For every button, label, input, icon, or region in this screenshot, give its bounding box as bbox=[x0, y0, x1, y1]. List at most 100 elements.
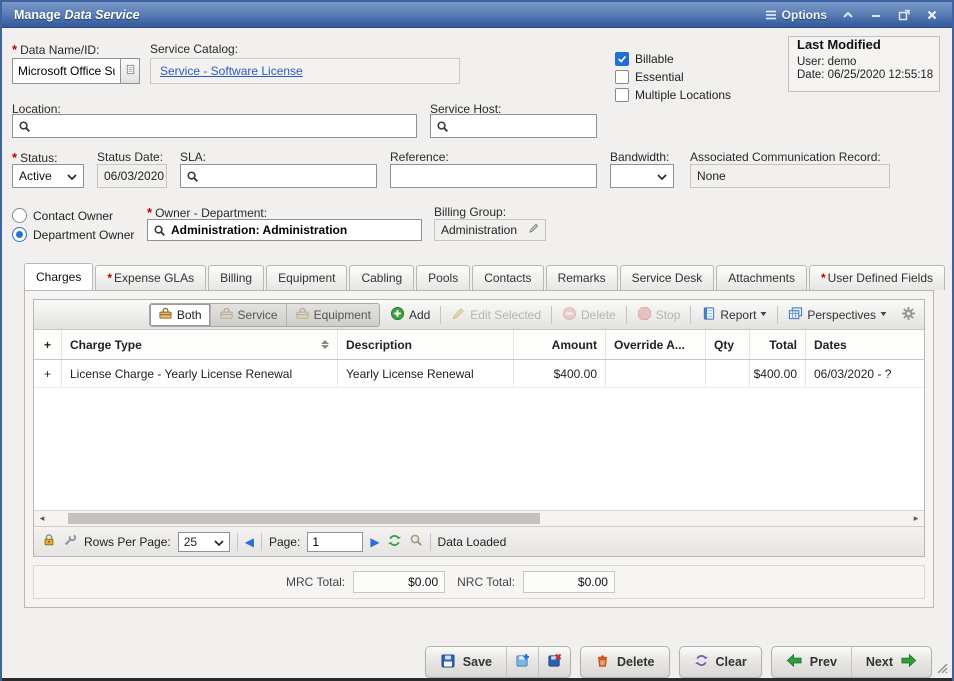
header-override-amount[interactable]: Override A... bbox=[606, 330, 706, 359]
row-qty bbox=[706, 360, 750, 387]
tab-user-defined-fields[interactable]: *User Defined Fields bbox=[809, 265, 945, 290]
sla-input[interactable] bbox=[199, 165, 376, 187]
tab-service-desk[interactable]: Service Desk bbox=[620, 265, 715, 290]
data-name-input[interactable] bbox=[12, 58, 120, 84]
data-name-label: *Data Name/ID: bbox=[12, 42, 99, 57]
toolbox-icon bbox=[219, 306, 234, 324]
next-page-arrow[interactable]: ▶ bbox=[370, 535, 379, 549]
row-expander[interactable]: + bbox=[34, 360, 62, 387]
report-button[interactable]: Report ▼ bbox=[697, 304, 771, 326]
search-icon bbox=[153, 224, 166, 237]
required-marker: * bbox=[107, 271, 112, 285]
trash-icon bbox=[595, 653, 610, 671]
status-value: Active bbox=[19, 169, 52, 183]
collapse-button[interactable] bbox=[836, 6, 860, 24]
billable-checkbox[interactable] bbox=[615, 52, 629, 66]
options-label: Options bbox=[782, 8, 827, 22]
reference-input[interactable] bbox=[391, 165, 596, 187]
save-button[interactable]: Save bbox=[426, 647, 507, 677]
owner-department-input[interactable] bbox=[166, 220, 421, 240]
header-dates[interactable]: Dates bbox=[806, 330, 924, 359]
charge-filter-segmented-control: Both Service Equipment bbox=[149, 303, 380, 327]
filter-both-button[interactable]: Both bbox=[150, 304, 211, 326]
tab-contacts[interactable]: Contacts bbox=[472, 265, 543, 290]
wrench-icon[interactable] bbox=[63, 533, 77, 550]
perspectives-button[interactable]: Perspectives ▼ bbox=[784, 304, 891, 326]
header-amount[interactable]: Amount bbox=[514, 330, 606, 359]
multiple-locations-checkbox[interactable] bbox=[615, 88, 629, 102]
prev-next-button-group: Prev Next bbox=[771, 646, 932, 678]
header-qty[interactable]: Qty bbox=[706, 330, 750, 359]
add-button[interactable]: Add bbox=[386, 304, 434, 326]
chevron-down-icon bbox=[214, 535, 224, 549]
toolbox-icon bbox=[295, 306, 310, 324]
scrollbar-thumb[interactable] bbox=[68, 513, 540, 524]
save-close-icon bbox=[547, 653, 562, 671]
table-row[interactable]: + License Charge - Yearly License Renewa… bbox=[34, 360, 924, 388]
header-description[interactable]: Description bbox=[338, 330, 514, 359]
rows-per-page-select[interactable]: 25 bbox=[178, 532, 230, 552]
contact-owner-radio[interactable] bbox=[12, 208, 27, 223]
delete-button[interactable]: Delete bbox=[581, 647, 669, 677]
mrc-total-label: MRC Total: bbox=[286, 575, 345, 589]
chevron-down-icon: ▼ bbox=[759, 311, 769, 318]
header-total[interactable]: Total bbox=[750, 330, 806, 359]
resize-grip-icon[interactable] bbox=[934, 660, 948, 677]
window-title: ManageData Service bbox=[14, 8, 140, 22]
service-host-input[interactable] bbox=[449, 115, 596, 137]
options-button[interactable]: Options bbox=[759, 6, 832, 24]
edit-selected-button[interactable]: Edit Selected bbox=[447, 304, 545, 326]
edit-pencil-icon[interactable] bbox=[528, 223, 539, 237]
scrollbar-track[interactable] bbox=[50, 511, 908, 526]
refresh-icon[interactable] bbox=[387, 533, 402, 551]
tab-remarks[interactable]: Remarks bbox=[546, 265, 618, 290]
scroll-right-arrow[interactable]: ▸ bbox=[908, 511, 924, 526]
tab-bar: Charges *Expense GLAs Billing Equipment … bbox=[24, 264, 934, 290]
next-button[interactable]: Next bbox=[852, 647, 931, 677]
report-icon bbox=[701, 306, 716, 324]
stop-button[interactable]: Stop bbox=[633, 304, 685, 326]
service-catalog-link[interactable]: Service - Software License bbox=[160, 64, 303, 78]
filter-service-button[interactable]: Service bbox=[211, 304, 287, 326]
multiple-locations-label: Multiple Locations bbox=[635, 88, 731, 102]
data-name-action-button[interactable] bbox=[120, 58, 140, 84]
tab-expense-glas[interactable]: *Expense GLAs bbox=[95, 265, 206, 290]
scroll-left-arrow[interactable]: ◂ bbox=[34, 511, 50, 526]
lock-icon[interactable] bbox=[42, 533, 56, 550]
billable-checkbox-row: Billable bbox=[615, 52, 674, 66]
search-icon[interactable] bbox=[409, 533, 423, 550]
page-input[interactable] bbox=[307, 532, 363, 552]
prev-page-arrow[interactable]: ◀ bbox=[245, 535, 254, 549]
add-plus-icon bbox=[390, 306, 405, 324]
minimize-button[interactable] bbox=[864, 6, 888, 24]
tab-pools[interactable]: Pools bbox=[416, 265, 470, 290]
prev-button[interactable]: Prev bbox=[772, 647, 852, 677]
associated-communication-record-value: None bbox=[690, 164, 890, 188]
delete-charge-button[interactable]: Delete bbox=[558, 304, 620, 326]
status-select[interactable]: Active bbox=[12, 164, 84, 188]
essential-checkbox[interactable] bbox=[615, 70, 629, 84]
tab-charges[interactable]: Charges bbox=[24, 263, 93, 290]
popout-button[interactable] bbox=[892, 6, 916, 24]
tab-equipment[interactable]: Equipment bbox=[266, 265, 347, 290]
essential-checkbox-row: Essential bbox=[615, 70, 684, 84]
associated-communication-record-label: Associated Communication Record: bbox=[690, 150, 881, 164]
close-button[interactable] bbox=[920, 6, 944, 24]
tab-billing[interactable]: Billing bbox=[208, 265, 264, 290]
save-and-close-button[interactable] bbox=[539, 647, 570, 677]
save-and-new-button[interactable] bbox=[507, 647, 539, 677]
tab-attachments[interactable]: Attachments bbox=[716, 265, 807, 290]
gear-icon[interactable] bbox=[901, 306, 916, 324]
pager-separator bbox=[430, 533, 431, 551]
chevron-down-icon: ▼ bbox=[879, 311, 889, 318]
header-charge-type[interactable]: Charge Type bbox=[62, 330, 338, 359]
totals-bar: MRC Total: $0.00 NRC Total: $0.00 bbox=[33, 565, 925, 599]
close-icon bbox=[925, 8, 939, 22]
filter-equipment-button[interactable]: Equipment bbox=[287, 304, 379, 326]
required-marker: * bbox=[12, 42, 17, 57]
tab-cabling[interactable]: Cabling bbox=[349, 265, 414, 290]
bandwidth-select[interactable] bbox=[610, 164, 674, 188]
location-input[interactable] bbox=[31, 115, 416, 137]
department-owner-radio[interactable] bbox=[12, 227, 27, 242]
clear-button[interactable]: Clear bbox=[680, 647, 761, 677]
